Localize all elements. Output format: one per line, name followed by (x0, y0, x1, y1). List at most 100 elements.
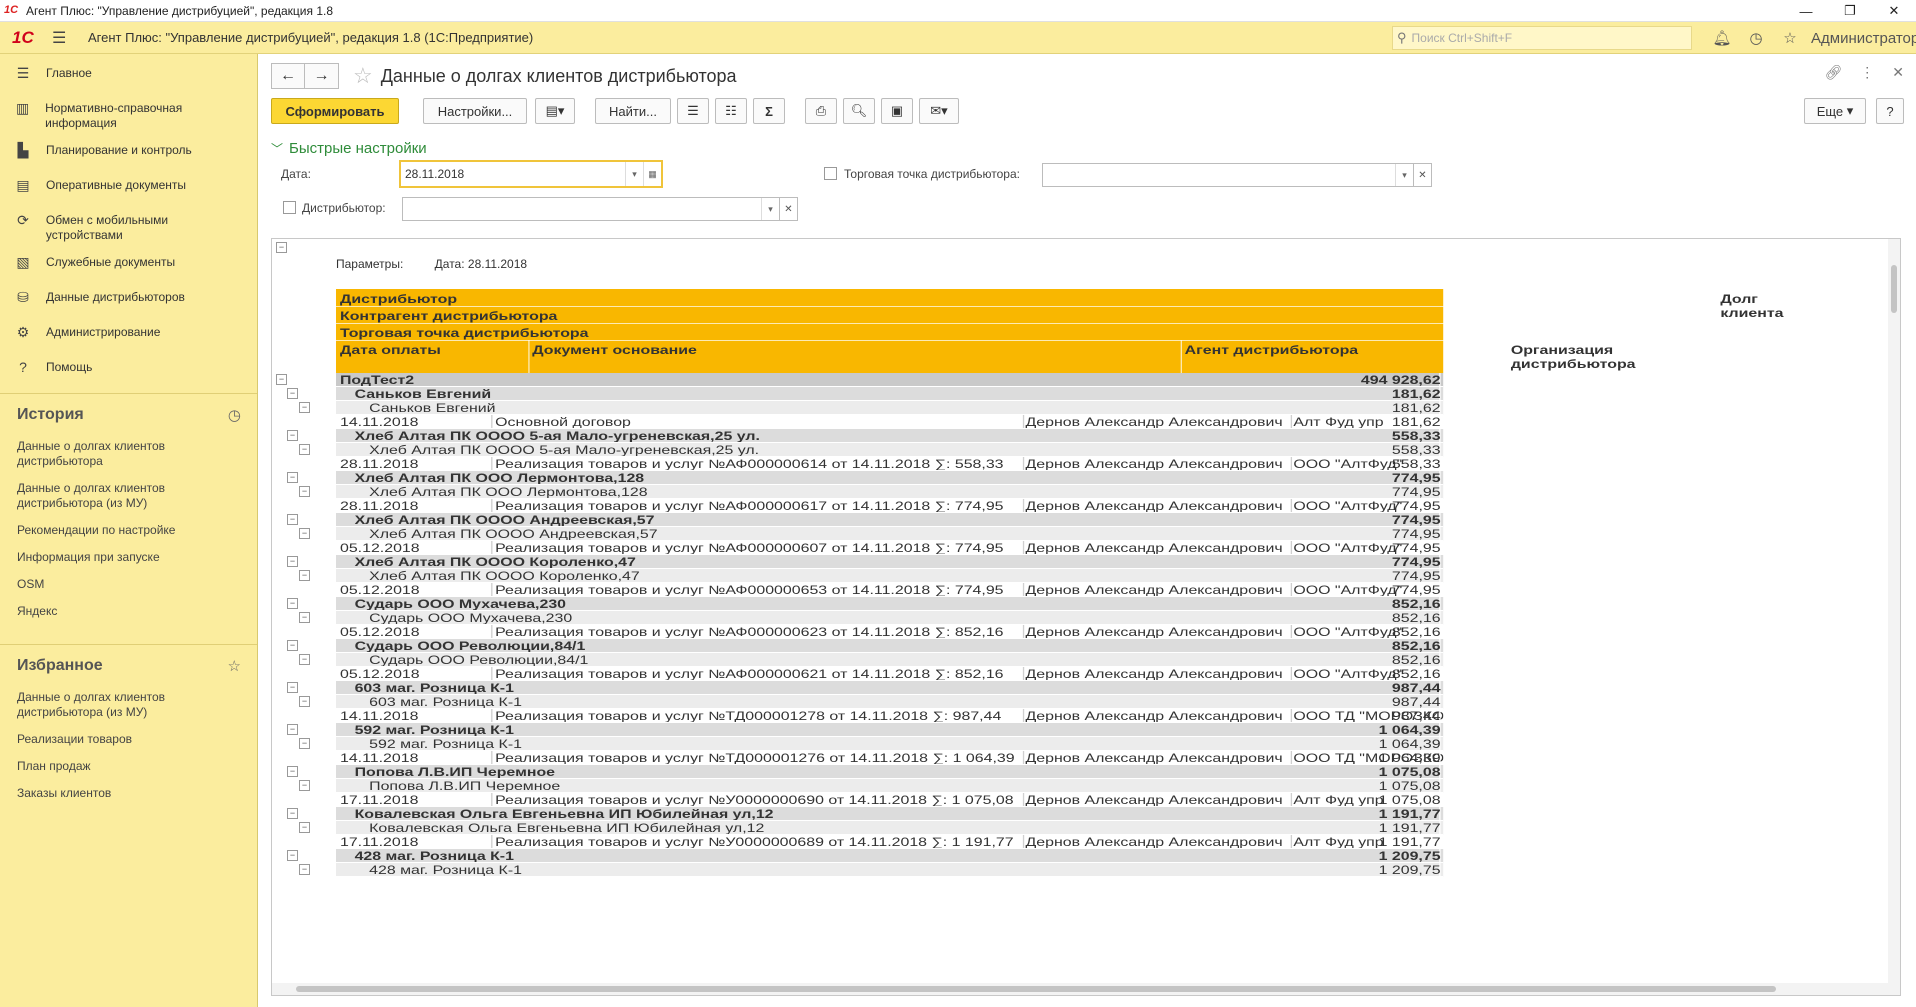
collapse-group-icon[interactable]: − (287, 682, 298, 693)
history-item[interactable]: Яндекс (0, 599, 257, 626)
sidebar-item-4[interactable]: ⟳ Обмен с мобильными устройствами (0, 207, 257, 249)
collapse-group-icon[interactable]: − (287, 598, 298, 609)
table-row: Сударь ООО Мухачева,230 852,16 (336, 597, 1444, 611)
horizontal-scrollbar[interactable] (272, 983, 1900, 995)
collapse-group-icon[interactable]: − (299, 822, 310, 833)
sidebar-item-7[interactable]: ⚙ Администрирование (0, 319, 257, 354)
preview-icon[interactable]: 🔍︎ (843, 98, 875, 124)
collapse-group-icon[interactable]: − (299, 864, 310, 875)
expand-all-icon[interactable]: ☷ (715, 98, 747, 124)
minimize-icon[interactable]: — (1784, 0, 1828, 22)
back-button[interactable]: ← (271, 63, 305, 89)
sidebar-item-2[interactable]: ▙ Планирование и контроль (0, 137, 257, 172)
menu-icon: ☰ (16, 65, 30, 81)
collapse-group-icon[interactable]: − (287, 388, 298, 399)
collapse-group-icon[interactable]: − (299, 654, 310, 665)
page-more-icon[interactable]: ⋮ (1860, 64, 1874, 81)
collapse-group-icon[interactable]: − (287, 724, 298, 735)
add-favorite-star-icon[interactable]: ☆ (353, 63, 373, 89)
horizontal-scroll-thumb[interactable] (296, 986, 1776, 992)
documents-icon: ▤ (16, 177, 30, 193)
quick-settings-toggle[interactable]: ﹀ Быстрые настройки (271, 140, 427, 157)
favorites-star-icon[interactable]: ☆ (1773, 29, 1807, 47)
collapse-group-icon[interactable]: − (287, 766, 298, 777)
sidebar-item-0[interactable]: ☰ Главное (0, 60, 257, 95)
sidebar-item-8[interactable]: ? Помощь (0, 354, 257, 389)
send-email-icon[interactable]: ✉▾ (919, 98, 959, 124)
outlet-clear-icon[interactable]: ✕ (1414, 163, 1432, 187)
collapse-group-icon[interactable]: − (299, 780, 310, 791)
distributor-checkbox[interactable] (283, 201, 296, 214)
collapse-report-icon[interactable]: − (276, 242, 287, 253)
main-menu-icon[interactable]: ☰ (52, 28, 70, 48)
collapse-group-icon[interactable]: − (276, 374, 287, 385)
close-page-icon[interactable]: ✕ (1892, 64, 1904, 81)
link-icon[interactable]: 🔗︎ (1824, 64, 1842, 81)
distributor-dropdown-icon[interactable]: ▾ (761, 198, 779, 220)
favorites-item[interactable]: Заказы клиентов (0, 781, 257, 808)
collapse-group-icon[interactable]: − (299, 528, 310, 539)
vertical-scrollbar[interactable] (1888, 239, 1900, 995)
collapse-group-icon[interactable]: − (287, 472, 298, 483)
collapse-group-icon[interactable]: − (299, 486, 310, 497)
history-item[interactable]: Данные о долгах клиентов дистрибьютора (0, 434, 257, 476)
print-icon[interactable]: ⎙ (805, 98, 837, 124)
favorites-item[interactable]: Реализации товаров (0, 727, 257, 754)
outlet-dropdown-icon[interactable]: ▾ (1395, 164, 1413, 186)
save-icon[interactable]: ▣ (881, 98, 913, 124)
forward-button[interactable]: → (305, 63, 339, 89)
sum-icon[interactable]: Σ (753, 98, 785, 124)
collapse-group-icon[interactable]: − (287, 430, 298, 441)
service-docs-icon: ▧ (16, 254, 30, 270)
outlet-field[interactable]: ▾ (1042, 163, 1414, 187)
date-dropdown-icon[interactable]: ▾ (625, 162, 643, 186)
sidebar-item-6[interactable]: ⛁ Данные дистрибьюторов (0, 284, 257, 319)
more-button[interactable]: Еще ▾ (1804, 98, 1866, 124)
collapse-group-icon[interactable]: − (299, 738, 310, 749)
variant-dropdown-button[interactable]: ▤▾ (535, 98, 575, 124)
user-name[interactable]: Администратор (1811, 30, 1916, 47)
collapse-all-icon[interactable]: ☰ (677, 98, 709, 124)
collapse-group-icon[interactable]: − (287, 556, 298, 567)
collapse-group-icon[interactable]: − (287, 808, 298, 819)
collapse-group-icon[interactable]: − (287, 640, 298, 651)
collapse-group-icon[interactable]: − (287, 514, 298, 525)
distributor-field[interactable]: ▾ (402, 197, 780, 221)
row-debt: 774,95 (1391, 527, 1441, 541)
find-button[interactable]: Найти... (595, 98, 671, 124)
row-debt: 774,95 (1391, 569, 1441, 583)
sidebar-item-5[interactable]: ▧ Служебные документы (0, 249, 257, 284)
collapse-group-icon[interactable]: − (299, 402, 310, 413)
date-field[interactable]: 28.11.2018 ▾ ▦ (399, 160, 663, 188)
sidebar-item-1[interactable]: ▥ Нормативно-справочная информация (0, 95, 257, 137)
collapse-group-icon[interactable]: − (299, 612, 310, 623)
favorites-item[interactable]: План продаж (0, 754, 257, 781)
favorites-star-icon[interactable]: ☆ (228, 657, 241, 675)
collapse-group-icon[interactable]: − (299, 444, 310, 455)
history-icon[interactable]: ◷ (1739, 29, 1773, 47)
collapse-group-icon[interactable]: − (299, 696, 310, 707)
generate-button[interactable]: Сформировать (271, 98, 399, 124)
table-row: Попова Л.В.ИП Черемное 1 075,08 (336, 779, 1444, 793)
report-params: Параметры: Дата: 28.11.2018 (336, 257, 527, 271)
history-item[interactable]: OSM (0, 572, 257, 599)
notifications-icon[interactable]: 🔔︎ (1705, 29, 1739, 47)
close-window-icon[interactable]: ✕ (1872, 0, 1916, 22)
history-clock-icon[interactable]: ◷ (228, 406, 241, 424)
favorites-item[interactable]: Данные о долгах клиентов дистрибьютора (… (0, 685, 257, 727)
collapse-group-icon[interactable]: − (287, 850, 298, 861)
calendar-icon[interactable]: ▦ (643, 162, 661, 186)
collapse-group-icon[interactable]: − (299, 570, 310, 581)
maximize-icon[interactable]: ❐ (1828, 0, 1872, 22)
page-header: ← → ☆ Данные о долгах клиентов дистрибью… (271, 62, 737, 90)
history-item[interactable]: Рекомендации по настройке (0, 518, 257, 545)
outlet-checkbox[interactable] (824, 167, 837, 180)
global-search-input[interactable]: ⚲ Поиск Ctrl+Shift+F (1392, 26, 1692, 50)
sidebar-item-3[interactable]: ▤ Оперативные документы (0, 172, 257, 207)
vertical-scroll-thumb[interactable] (1891, 265, 1897, 313)
history-item[interactable]: Данные о долгах клиентов дистрибьютора (… (0, 476, 257, 518)
settings-button[interactable]: Настройки... (423, 98, 527, 124)
distributor-clear-icon[interactable]: ✕ (780, 197, 798, 221)
help-button[interactable]: ? (1876, 98, 1904, 124)
history-item[interactable]: Информация при запуске (0, 545, 257, 572)
